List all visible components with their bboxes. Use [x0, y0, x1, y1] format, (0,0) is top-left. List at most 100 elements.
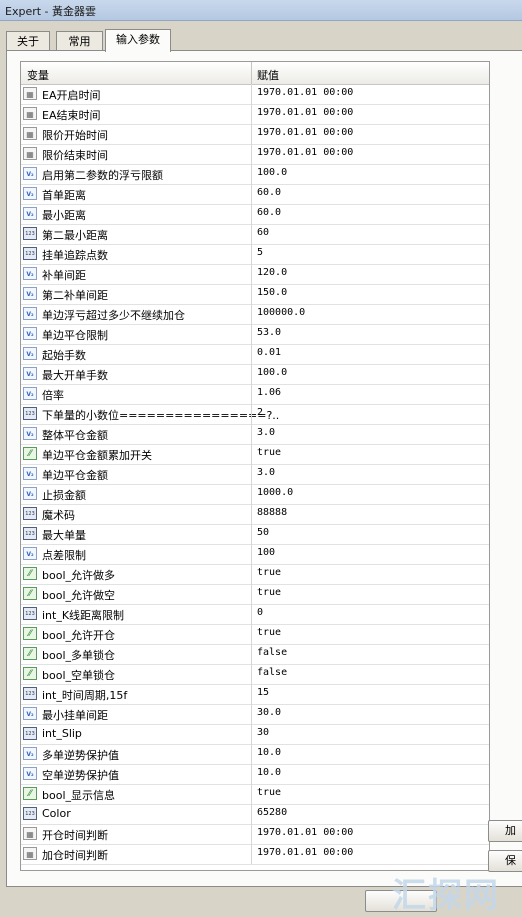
table-row[interactable]: 123 Color 65280 — [21, 804, 489, 825]
side-button-add[interactable]: 加 — [488, 820, 522, 842]
table-row[interactable]: V₂ 最小距离 60.0 — [21, 204, 489, 225]
parameter-value[interactable]: 30 — [257, 727, 269, 738]
parameter-value[interactable]: 1.06 — [257, 387, 281, 398]
parameter-value[interactable]: 53.0 — [257, 327, 281, 338]
table-row[interactable]: ⁄⁄ bool_允许做空 true — [21, 584, 489, 605]
table-row[interactable]: ▦ EA结束时间 1970.01.01 00:00 — [21, 104, 489, 125]
tab-inputs[interactable]: 输入参数 — [105, 29, 171, 52]
int-type-icon: 123 — [23, 607, 37, 620]
parameter-name: EA开启时间 — [42, 89, 101, 102]
parameter-name: 点差限制 — [42, 549, 86, 562]
table-row[interactable]: ⁄⁄ 单边平仓金额累加开关 true — [21, 444, 489, 465]
parameter-value[interactable]: 1000.0 — [257, 487, 293, 498]
table-row[interactable]: V₂ 单边平仓金额 3.0 — [21, 464, 489, 485]
parameter-value[interactable]: 100000.0 — [257, 307, 305, 318]
cell-divider — [251, 664, 252, 684]
parameter-value[interactable]: 10.0 — [257, 747, 281, 758]
parameter-value[interactable]: 100 — [257, 547, 275, 558]
table-row[interactable]: ⁄⁄ bool_允许开仓 true — [21, 624, 489, 645]
parameter-value[interactable]: true — [257, 447, 281, 458]
parameter-value[interactable]: 0 — [257, 607, 263, 618]
double-type-icon: V₂ — [23, 307, 37, 320]
parameter-value[interactable]: true — [257, 567, 281, 578]
table-row[interactable]: ⁄⁄ bool_允许做多 true — [21, 564, 489, 585]
parameter-value[interactable]: 60.0 — [257, 207, 281, 218]
cell-divider — [251, 244, 252, 264]
table-row[interactable]: ⁄⁄ bool_空单锁仓 false — [21, 664, 489, 685]
watermark-logo: 汇探网 — [392, 876, 500, 916]
table-row[interactable]: 123 int_K线距离限制 0 — [21, 604, 489, 625]
parameter-name: int_时间周期,15f — [42, 689, 128, 702]
table-row[interactable]: V₂ 最大开单手数 100.0 — [21, 364, 489, 385]
table-row[interactable]: ▦ 限价结束时间 1970.01.01 00:00 — [21, 144, 489, 165]
parameter-value[interactable]: true — [257, 587, 281, 598]
parameter-value[interactable]: 30.0 — [257, 707, 281, 718]
column-divider[interactable] — [251, 62, 252, 84]
table-row[interactable]: V₂ 止损金额 1000.0 — [21, 484, 489, 505]
parameter-value[interactable]: 15 — [257, 687, 269, 698]
parameter-value[interactable]: 150.0 — [257, 287, 287, 298]
table-row[interactable]: ▦ 开仓时间判断 1970.01.01 00:00 — [21, 824, 489, 845]
table-row[interactable]: 123 魔术码 88888 — [21, 504, 489, 525]
table-row[interactable]: V₂ 空单逆势保护值 10.0 — [21, 764, 489, 785]
table-row[interactable]: V₂ 起始手数 0.01 — [21, 344, 489, 365]
parameter-value[interactable]: 1970.01.01 00:00 — [257, 107, 353, 118]
table-row[interactable]: V₂ 整体平仓金额 3.0 — [21, 424, 489, 445]
table-row[interactable]: ▦ 限价开始时间 1970.01.01 00:00 — [21, 124, 489, 145]
parameter-value[interactable]: 10.0 — [257, 767, 281, 778]
parameter-value[interactable]: 5 — [257, 247, 263, 258]
table-row[interactable]: ⁄⁄ bool_多单锁仓 false — [21, 644, 489, 665]
table-row[interactable]: V₂ 首单距离 60.0 — [21, 184, 489, 205]
parameter-value[interactable]: 0.01 — [257, 347, 281, 358]
parameter-value[interactable]: true — [257, 787, 281, 798]
table-row[interactable]: V₂ 启用第二参数的浮亏限额 100.0 — [21, 164, 489, 185]
table-row[interactable]: V₂ 补单间距 120.0 — [21, 264, 489, 285]
cell-divider — [251, 764, 252, 784]
parameter-value[interactable]: 120.0 — [257, 267, 287, 278]
table-row[interactable]: 123 int_Slip 30 — [21, 724, 489, 745]
double-type-icon: V₂ — [23, 707, 37, 720]
table-row[interactable]: ▦ 加仓时间判断 1970.01.01 00:00 — [21, 844, 489, 865]
column-header-variable[interactable]: 变量 — [27, 67, 49, 83]
parameter-value[interactable]: 1970.01.01 00:00 — [257, 847, 353, 858]
table-row[interactable]: 123 最大单量 50 — [21, 524, 489, 545]
int-type-icon: 123 — [23, 247, 37, 260]
table-row[interactable]: ▦ EA开启时间 1970.01.01 00:00 — [21, 84, 489, 105]
double-type-icon: V₂ — [23, 287, 37, 300]
parameter-value[interactable]: 65280 — [257, 807, 287, 818]
parameter-value[interactable]: 1970.01.01 00:00 — [257, 87, 353, 98]
parameter-name: 整体平仓金额 — [42, 429, 108, 442]
parameter-value[interactable]: 88888 — [257, 507, 287, 518]
tab-common[interactable]: 常用 — [56, 31, 103, 51]
table-row[interactable]: ⁄⁄ bool_显示信息 true — [21, 784, 489, 805]
parameter-value[interactable]: 1970.01.01 00:00 — [257, 147, 353, 158]
parameter-value[interactable]: false — [257, 667, 287, 678]
parameter-value[interactable]: 60 — [257, 227, 269, 238]
table-row[interactable]: V₂ 点差限制 100 — [21, 544, 489, 565]
table-row[interactable]: 123 int_时间周期,15f 15 — [21, 684, 489, 705]
parameter-value[interactable]: 60.0 — [257, 187, 281, 198]
table-row[interactable]: V₂ 多单逆势保护值 10.0 — [21, 744, 489, 765]
parameter-value[interactable]: 3.0 — [257, 467, 275, 478]
parameter-value[interactable]: 50 — [257, 527, 269, 538]
datetime-type-icon: ▦ — [23, 827, 37, 840]
table-row[interactable]: V₂ 单边浮亏超过多少不继续加仓 100000.0 — [21, 304, 489, 325]
parameter-value[interactable]: true — [257, 627, 281, 638]
table-row[interactable]: V₂ 单边平仓限制 53.0 — [21, 324, 489, 345]
table-row[interactable]: V₂ 最小挂单间距 30.0 — [21, 704, 489, 725]
table-row[interactable]: V₂ 第二补单间距 150.0 — [21, 284, 489, 305]
table-row[interactable]: 123 下单量的小数位================?.. 2 — [21, 404, 489, 425]
parameter-value[interactable]: 100.0 — [257, 367, 287, 378]
table-row[interactable]: V₂ 倍率 1.06 — [21, 384, 489, 405]
double-type-icon: V₂ — [23, 747, 37, 760]
column-header-value[interactable]: 赋值 — [257, 67, 279, 83]
parameter-value[interactable]: 2 — [257, 407, 263, 418]
parameter-value[interactable]: false — [257, 647, 287, 658]
table-row[interactable]: 123 挂单追踪点数 5 — [21, 244, 489, 265]
parameter-value[interactable]: 1970.01.01 00:00 — [257, 827, 353, 838]
parameter-value[interactable]: 100.0 — [257, 167, 287, 178]
table-row[interactable]: 123 第二最小距离 60 — [21, 224, 489, 245]
tab-about[interactable]: 关于 — [6, 31, 50, 51]
parameter-value[interactable]: 3.0 — [257, 427, 275, 438]
parameter-value[interactable]: 1970.01.01 00:00 — [257, 127, 353, 138]
